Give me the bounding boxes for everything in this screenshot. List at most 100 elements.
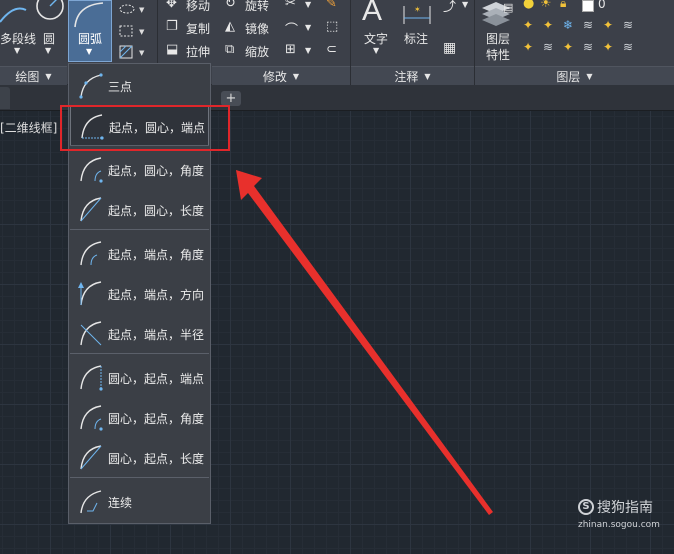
scale-label[interactable]: 缩放 bbox=[245, 43, 269, 60]
draw-panel-label: 绘图 bbox=[15, 69, 40, 84]
arc-menu-item[interactable]: 起点，端点，半径 bbox=[70, 314, 209, 354]
text-dropdown-icon[interactable]: ▼ bbox=[373, 46, 379, 55]
move-icon[interactable]: ✥ bbox=[166, 0, 177, 11]
layer-tool-2-icon[interactable]: ✦ bbox=[543, 18, 553, 32]
ellipse-icon[interactable]: ▼ bbox=[117, 2, 151, 16]
fillet-dropdown-icon[interactable]: ▼ bbox=[305, 23, 311, 32]
layer-sun-icon[interactable]: ☀ bbox=[540, 0, 552, 11]
layers-panel-expand-icon: ▼ bbox=[586, 71, 593, 81]
arc-menu-item-label: 三点 bbox=[108, 80, 133, 94]
layer-state-icon[interactable]: ▤ bbox=[503, 1, 513, 14]
annotate-panel-expand-icon: ▼ bbox=[424, 71, 431, 81]
layer-tool-8-icon[interactable]: ≋ bbox=[543, 40, 553, 54]
copy-icon[interactable]: ❐ bbox=[166, 19, 178, 34]
arc-menu-item[interactable]: 圆心，起点，角度 bbox=[70, 398, 209, 438]
svg-text:✶: ✶ bbox=[414, 5, 421, 14]
polyline-icon[interactable] bbox=[0, 0, 30, 28]
circle-dropdown-icon[interactable]: ▼ bbox=[45, 46, 51, 55]
trim-dropdown-icon[interactable]: ▼ bbox=[305, 0, 311, 9]
arc-menu-item[interactable]: 圆心，起点，长度 bbox=[70, 438, 209, 478]
move-label[interactable]: 移动 bbox=[186, 0, 210, 14]
plus-icon: + bbox=[225, 91, 237, 106]
stretch-icon[interactable]: ⬓ bbox=[166, 42, 178, 57]
explode-icon[interactable]: ⬚ bbox=[326, 19, 338, 34]
arc-menu-item-label: 起点，圆心，角度 bbox=[108, 164, 205, 178]
arc-menu-item-label: 连续 bbox=[108, 496, 133, 510]
layer-tool-12-icon[interactable]: ≋ bbox=[623, 40, 633, 54]
arc-menu-item-label: 起点，端点，半径 bbox=[108, 328, 205, 342]
arc-menu-item[interactable]: 三点 bbox=[70, 66, 209, 106]
arc-menu-item-label: 圆心，起点，长度 bbox=[108, 452, 205, 466]
layer-properties-label-2[interactable]: 特性 bbox=[486, 46, 510, 63]
rotate-label[interactable]: 旋转 bbox=[245, 0, 269, 14]
offset-icon[interactable]: ⊂ bbox=[326, 42, 337, 57]
leader-dropdown-icon[interactable]: ▼ bbox=[462, 0, 468, 9]
svg-text:▼: ▼ bbox=[139, 49, 145, 57]
draw-panel-title[interactable]: 绘图 ▼ bbox=[0, 66, 67, 85]
layer-tool-11-icon[interactable]: ✦ bbox=[603, 40, 613, 54]
arc-3point-icon bbox=[79, 73, 103, 99]
watermark-brand: 搜狗指南 bbox=[597, 500, 653, 516]
mirror-icon[interactable]: ◭ bbox=[225, 19, 235, 34]
layer-tool-7-icon[interactable]: ✦ bbox=[523, 40, 533, 54]
trim-icon[interactable]: ✂ bbox=[285, 0, 296, 11]
draw-panel-expand-icon: ▼ bbox=[45, 71, 52, 81]
watermark: S 搜狗指南 zhinan.sogou.com bbox=[578, 497, 660, 530]
text-label[interactable]: 文字 bbox=[364, 30, 388, 47]
layer-tool-4-icon[interactable]: ≋ bbox=[583, 18, 593, 32]
stretch-label[interactable]: 拉伸 bbox=[186, 43, 210, 60]
rotate-icon[interactable]: ↻ bbox=[225, 0, 236, 11]
copy-label[interactable]: 复制 bbox=[186, 20, 210, 37]
current-layer-name[interactable]: 0 bbox=[598, 0, 606, 11]
arc-menu-item[interactable]: 起点，圆心，长度 bbox=[70, 190, 209, 230]
arc-start-end-radius-icon bbox=[80, 321, 102, 346]
arc-menu-item[interactable]: 连续 bbox=[70, 482, 209, 522]
dimension-icon[interactable]: ✶ bbox=[400, 0, 436, 28]
file-tab[interactable] bbox=[0, 87, 10, 109]
layer-tool-10-icon[interactable]: ≋ bbox=[583, 40, 593, 54]
layer-properties-label-1[interactable]: 图层 bbox=[486, 30, 510, 47]
leader-icon[interactable]: ⤴ bbox=[443, 0, 456, 15]
new-tab-button[interactable]: + bbox=[221, 91, 241, 106]
arc-label: 圆弧 bbox=[78, 32, 103, 46]
circle-icon[interactable] bbox=[33, 0, 67, 26]
array-icon[interactable]: ⊞ bbox=[285, 42, 296, 57]
arc-menu-item[interactable]: 起点，端点，角度 bbox=[70, 234, 209, 274]
layer-tool-9-icon[interactable]: ✦ bbox=[563, 40, 573, 54]
polyline-label[interactable]: 多段线 bbox=[0, 30, 36, 47]
arc-menu-item-label: 圆心，起点，端点 bbox=[108, 372, 205, 386]
text-icon[interactable]: A bbox=[362, 0, 382, 28]
layer-lock-icon[interactable]: 🔒︎ bbox=[560, 0, 566, 11]
dimension-label[interactable]: 标注 bbox=[404, 30, 428, 47]
layer-tool-3-icon[interactable]: ❄ bbox=[563, 18, 573, 32]
modify-panel-title[interactable]: 修改 ▼ bbox=[212, 66, 350, 85]
arc-start-end-angle-icon bbox=[80, 241, 102, 266]
rectangle-icon[interactable]: ▼ bbox=[117, 24, 151, 38]
erase-icon[interactable]: ✎ bbox=[326, 0, 337, 11]
viewport-visual-style-label[interactable]: [二维线框] bbox=[0, 119, 57, 136]
hatch-icon[interactable]: ▼ bbox=[117, 44, 151, 60]
array-dropdown-icon[interactable]: ▼ bbox=[305, 46, 311, 55]
layer-tool-1-icon[interactable]: ✦ bbox=[523, 18, 533, 32]
arc-center-start-end-icon bbox=[80, 365, 103, 391]
layers-panel-title[interactable]: 图层 ▼ bbox=[475, 66, 674, 85]
circle-label[interactable]: 圆 bbox=[43, 30, 55, 47]
layer-color-swatch[interactable] bbox=[582, 0, 594, 12]
mirror-label[interactable]: 镜像 bbox=[245, 20, 269, 37]
table-icon[interactable]: ▦ bbox=[443, 40, 456, 56]
arc-menu-item-label: 圆心，起点，角度 bbox=[108, 412, 205, 426]
scale-icon[interactable]: ⧉ bbox=[225, 42, 234, 57]
layer-tool-6-icon[interactable]: ≋ bbox=[623, 18, 633, 32]
arc-center-start-angle-icon bbox=[80, 405, 103, 431]
annotate-panel-title[interactable]: 注释 ▼ bbox=[351, 66, 474, 85]
fillet-icon[interactable]: ⌒ bbox=[285, 19, 298, 38]
arc-menu-item[interactable]: 圆心，起点，端点 bbox=[70, 358, 209, 398]
arc-button[interactable]: 圆弧 ▼ bbox=[68, 0, 112, 62]
polyline-dropdown-icon[interactable]: ▼ bbox=[14, 46, 20, 55]
arc-menu-item[interactable]: 起点，圆心，角度 bbox=[70, 150, 209, 190]
arc-start-center-length-icon bbox=[80, 197, 102, 222]
layer-bulb-icon[interactable]: ● bbox=[523, 0, 534, 11]
modify-panel-label: 修改 bbox=[262, 69, 287, 84]
layer-tool-5-icon[interactable]: ✦ bbox=[603, 18, 613, 32]
arc-menu-item[interactable]: 起点，端点，方向 bbox=[70, 274, 209, 314]
